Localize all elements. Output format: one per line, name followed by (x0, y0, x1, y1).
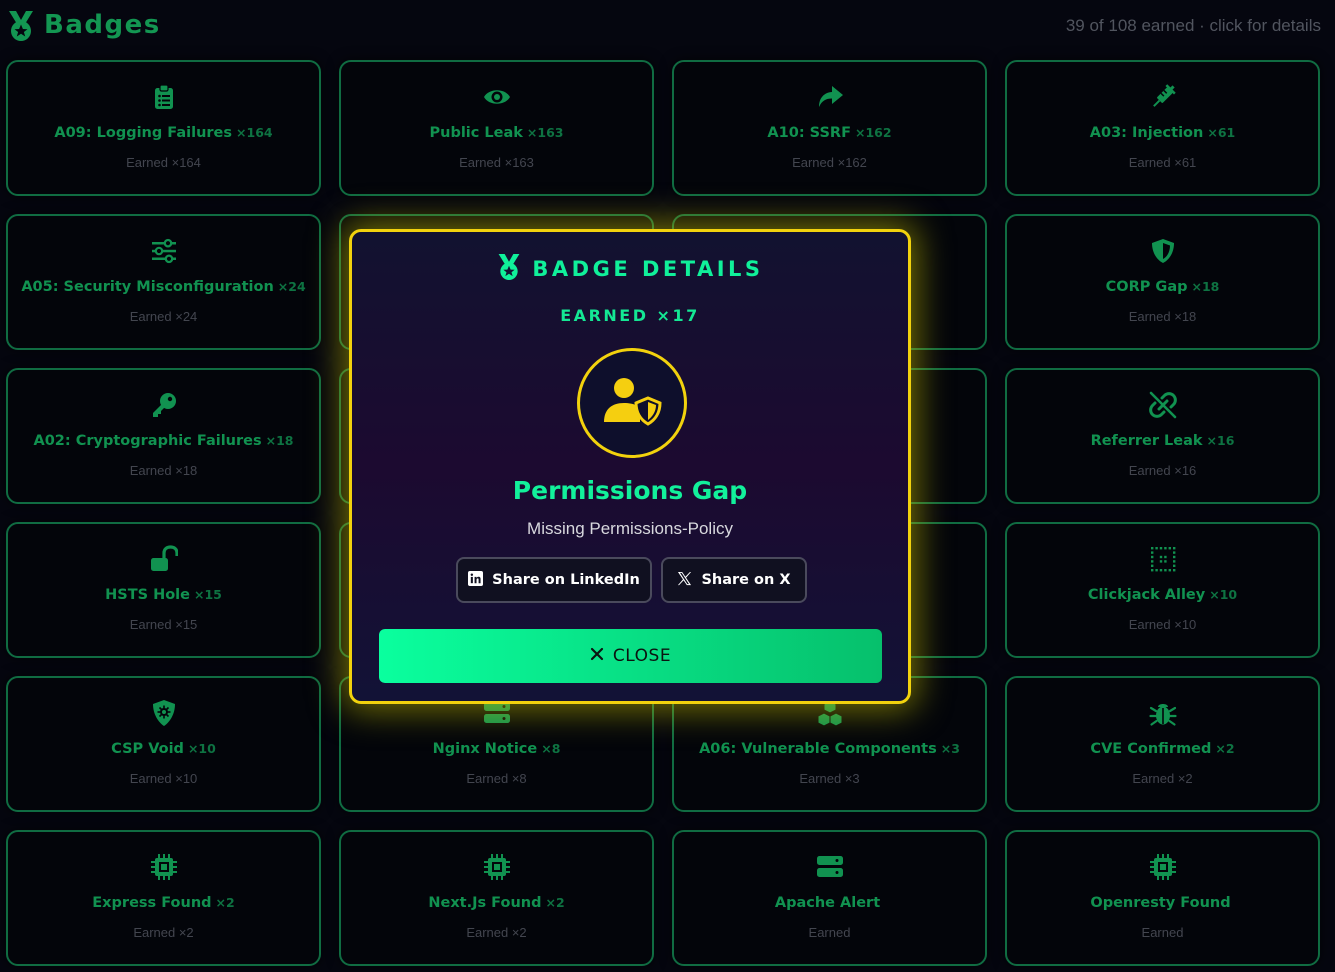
modal-title: BADGE DETAILS (532, 257, 764, 281)
x-logo-icon (677, 571, 701, 590)
close-icon (590, 646, 613, 666)
close-label: CLOSE (612, 646, 672, 666)
share-linkedin-label: Share on LinkedIn (492, 572, 640, 588)
close-button[interactable]: CLOSE (379, 629, 882, 683)
user-shield-icon (602, 376, 662, 430)
modal-badge-name: Permissions Gap (512, 476, 748, 505)
badge-details-modal: BADGE DETAILS EARNED ×17 Permissions Gap… (349, 229, 911, 704)
badge-medallion (577, 348, 687, 458)
share-x-button[interactable]: Share on X (661, 557, 807, 603)
modal-badge-description: Missing Permissions-Policy (527, 519, 733, 538)
medal-icon (496, 253, 532, 285)
linkedin-icon (468, 570, 492, 590)
modal-header: BADGE DETAILS (352, 254, 908, 284)
share-linkedin-button[interactable]: Share on LinkedIn (456, 557, 652, 603)
modal-earned-count: EARNED ×17 (560, 306, 700, 325)
share-x-label: Share on X (701, 572, 791, 588)
